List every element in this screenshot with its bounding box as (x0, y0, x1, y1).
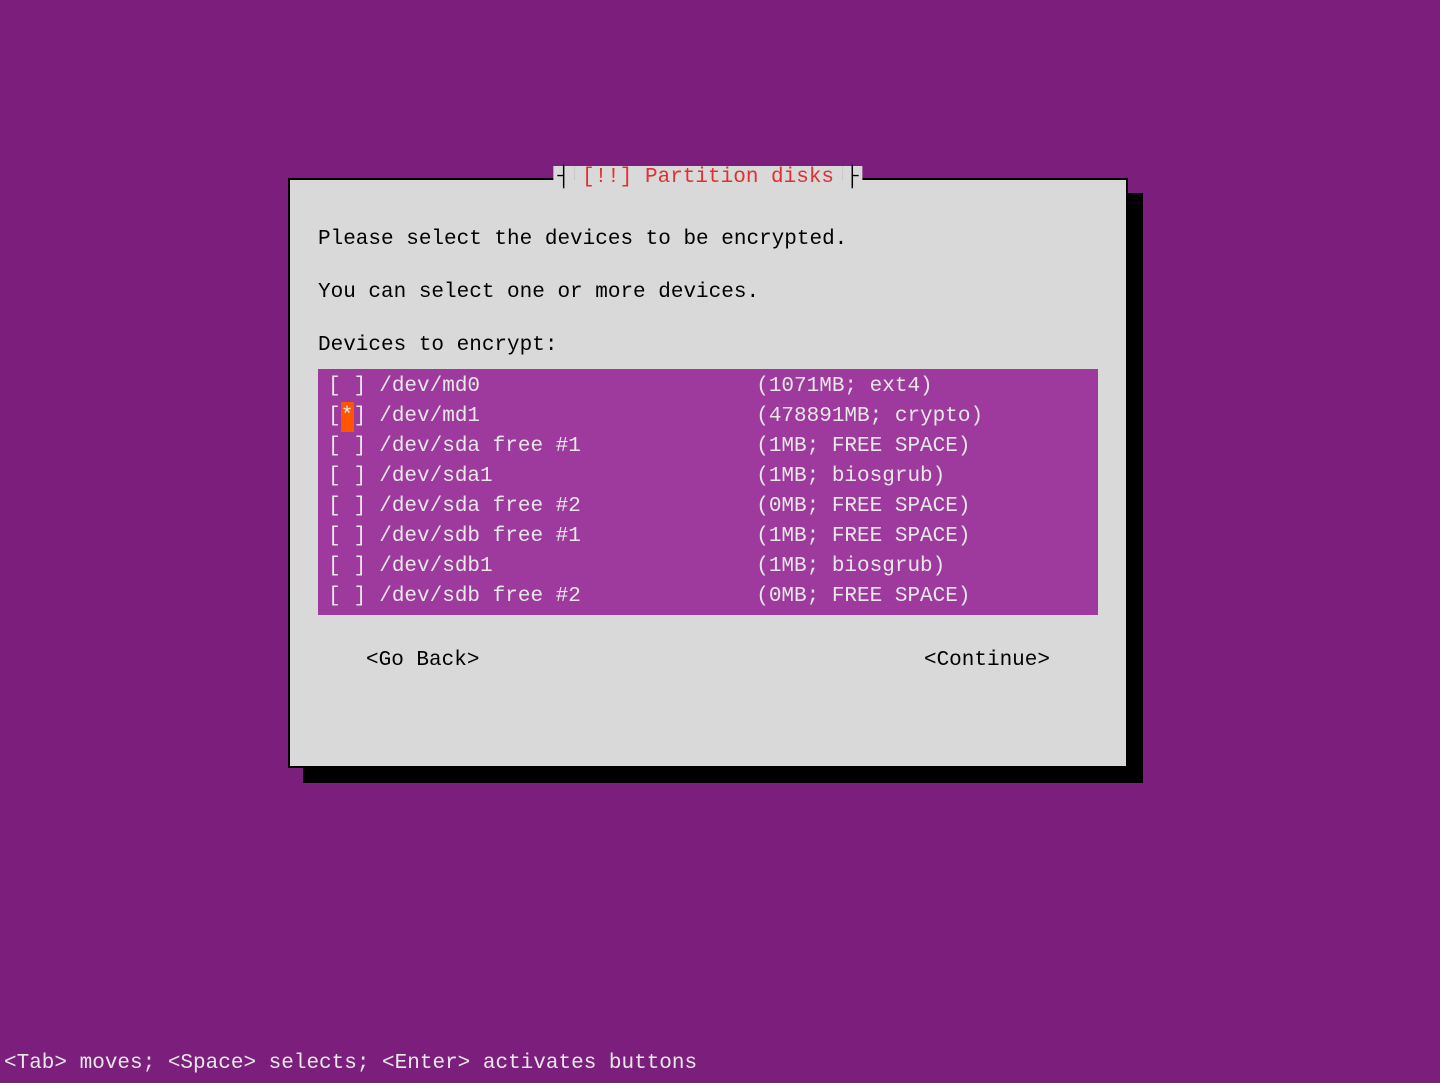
device-name: /dev/sdb free #2 (366, 582, 756, 612)
checkbox-mark (341, 492, 354, 522)
checkbox-mark: * (341, 402, 354, 432)
device-row[interactable]: [ ]/dev/md0(1071MB; ext4) (318, 372, 1098, 402)
device-name: /dev/md0 (366, 372, 756, 402)
device-info: (0MB; FREE SPACE) (756, 582, 970, 612)
device-info: (1071MB; ext4) (756, 372, 932, 402)
continue-button[interactable]: <Continue> (924, 649, 1050, 672)
checkbox-mark (341, 582, 354, 612)
device-row[interactable]: [*]/dev/md1(478891MB; crypto) (318, 402, 1098, 432)
footer-help-text: <Tab> moves; <Space> selects; <Enter> ac… (4, 1052, 697, 1075)
device-name: /dev/sda free #1 (366, 432, 756, 462)
device-info: (1MB; biosgrub) (756, 462, 945, 492)
device-checkbox[interactable]: [*] (328, 402, 366, 432)
device-name: /dev/sda free #2 (366, 492, 756, 522)
device-info: (0MB; FREE SPACE) (756, 492, 970, 522)
list-label: Devices to encrypt: (318, 334, 1098, 357)
device-name: /dev/sdb free #1 (366, 522, 756, 552)
device-info: (478891MB; crypto) (756, 402, 983, 432)
checkbox-mark (341, 372, 354, 402)
device-row[interactable]: [ ]/dev/sdb free #2(0MB; FREE SPACE) (318, 582, 1098, 612)
device-checkbox[interactable]: [ ] (328, 522, 366, 552)
partition-dialog: ┤ [!!] Partition disks ├ Please select t… (288, 178, 1128, 768)
dialog-title-bar: ┤ [!!] Partition disks ├ (553, 166, 862, 189)
title-decoration-left: ┤ (553, 166, 574, 189)
device-row[interactable]: [ ]/dev/sda1(1MB; biosgrub) (318, 462, 1098, 492)
device-checkbox[interactable]: [ ] (328, 552, 366, 582)
dialog-content: Please select the devices to be encrypte… (290, 180, 1126, 700)
device-checkbox[interactable]: [ ] (328, 582, 366, 612)
device-list: [ ]/dev/md0(1071MB; ext4)[*]/dev/md1(478… (318, 369, 1098, 615)
go-back-button[interactable]: <Go Back> (366, 649, 479, 672)
device-checkbox[interactable]: [ ] (328, 372, 366, 402)
button-row: <Go Back> <Continue> (318, 649, 1098, 672)
device-row[interactable]: [ ]/dev/sdb free #1(1MB; FREE SPACE) (318, 522, 1098, 552)
device-row[interactable]: [ ]/dev/sda free #2(0MB; FREE SPACE) (318, 492, 1098, 522)
device-info: (1MB; FREE SPACE) (756, 432, 970, 462)
device-checkbox[interactable]: [ ] (328, 462, 366, 492)
device-info: (1MB; FREE SPACE) (756, 522, 970, 552)
checkbox-mark (341, 462, 354, 492)
dialog-title: [!!] Partition disks (574, 166, 842, 189)
instruction-text-2: You can select one or more devices. (318, 281, 1098, 304)
device-name: /dev/sdb1 (366, 552, 756, 582)
device-checkbox[interactable]: [ ] (328, 432, 366, 462)
checkbox-mark (341, 522, 354, 552)
device-row[interactable]: [ ]/dev/sda free #1(1MB; FREE SPACE) (318, 432, 1098, 462)
device-info: (1MB; biosgrub) (756, 552, 945, 582)
checkbox-mark (341, 552, 354, 582)
device-row[interactable]: [ ]/dev/sdb1(1MB; biosgrub) (318, 552, 1098, 582)
device-checkbox[interactable]: [ ] (328, 492, 366, 522)
device-name: /dev/md1 (366, 402, 756, 432)
checkbox-mark (341, 432, 354, 462)
device-name: /dev/sda1 (366, 462, 756, 492)
title-decoration-right: ├ (842, 166, 863, 189)
instruction-text-1: Please select the devices to be encrypte… (318, 228, 1098, 251)
